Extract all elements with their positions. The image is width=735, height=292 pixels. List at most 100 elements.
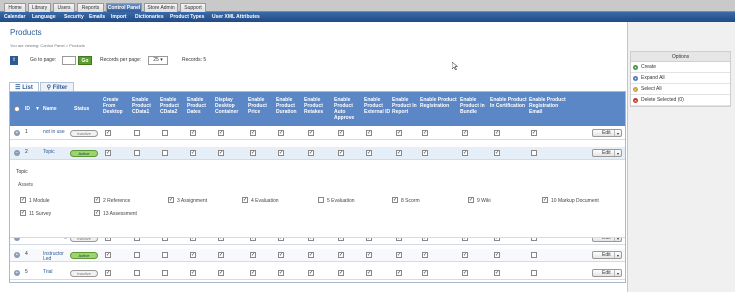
row-checkbox[interactable]: ✓ [396, 252, 402, 258]
chevron-down-icon[interactable]: ▾ [614, 130, 621, 136]
asset-item[interactable]: ✓ 11 Survey [20, 210, 90, 217]
row-checkbox[interactable]: ✓ [494, 270, 500, 276]
top-tab-users[interactable]: Users [53, 3, 75, 12]
column-header[interactable]: Enable Product External ID [364, 97, 391, 115]
row-checkbox[interactable] [162, 270, 168, 276]
asset-item[interactable]: ✓ 13 Assessment [94, 210, 164, 217]
chevron-down-icon[interactable]: ▾ [614, 150, 621, 156]
row-checkbox[interactable]: ✓ [105, 130, 111, 136]
asset-checkbox[interactable]: ✓ [168, 197, 174, 203]
row-checkbox[interactable]: ✓ [250, 252, 256, 258]
subnav-security[interactable]: Security [64, 14, 84, 20]
row-name-link[interactable]: not in use [43, 130, 69, 135]
row-checkbox[interactable]: ✓ [422, 252, 428, 258]
per-page-select[interactable]: 25 ▾ [148, 56, 168, 65]
row-checkbox[interactable] [134, 270, 140, 276]
column-header[interactable]: Enable Product Auto Approve [334, 97, 363, 121]
subnav-language[interactable]: Language [32, 14, 56, 20]
asset-checkbox[interactable]: ✓ [20, 197, 26, 203]
row-checkbox[interactable]: ✓ [190, 150, 196, 156]
top-tab-store-admin[interactable]: Store Admin [144, 3, 178, 12]
option-delete[interactable]: × Delete Selected (0) [631, 95, 730, 106]
select-all-checkbox[interactable] [14, 106, 20, 112]
row-checkbox[interactable]: ✓ [462, 270, 468, 276]
row-checkbox[interactable] [162, 150, 168, 156]
top-tab-library[interactable]: Library [28, 3, 51, 12]
asset-checkbox[interactable]: ✓ [392, 197, 398, 203]
column-header[interactable]: Enable Product in Bundle [460, 97, 489, 115]
row-checkbox[interactable]: ✓ [462, 252, 468, 258]
edit-button[interactable]: Edit ▾ [592, 149, 622, 157]
page-up-icon[interactable]: ⇧ [10, 56, 18, 65]
row-checkbox[interactable] [531, 150, 537, 156]
column-header[interactable]: Create From Desktop [103, 97, 131, 115]
chevron-down-icon[interactable]: ▾ [614, 252, 621, 258]
asset-item[interactable]: ✓ 3 Assignment [168, 197, 238, 204]
option-select[interactable]: ✓ Select All [631, 84, 730, 95]
column-header[interactable]: Name [43, 106, 73, 112]
row-name-link[interactable]: Instructor Led [43, 252, 69, 262]
asset-checkbox[interactable]: ✓ [468, 197, 474, 203]
row-checkbox[interactable] [134, 252, 140, 258]
row-checkbox[interactable]: ✓ [105, 270, 111, 276]
asset-checkbox[interactable]: ✓ [20, 210, 26, 216]
row-checkbox[interactable]: ✓ [422, 130, 428, 136]
subnav-import[interactable]: Import [111, 14, 127, 20]
row-checkbox[interactable]: ✓ [250, 130, 256, 136]
column-header[interactable]: Enable Product CData2 [160, 97, 186, 115]
expand-row-icon[interactable]: + [14, 270, 20, 276]
asset-item[interactable]: ✓ 4 Evaluation [242, 197, 312, 204]
asset-checkbox[interactable]: ✓ [94, 210, 100, 216]
row-checkbox[interactable]: ✓ [190, 252, 196, 258]
row-checkbox[interactable]: ✓ [494, 252, 500, 258]
row-checkbox[interactable]: ✓ [366, 150, 372, 156]
top-tab-support[interactable]: Support [180, 3, 206, 12]
subnav-product-types[interactable]: Product Types [170, 14, 204, 20]
row-checkbox[interactable]: ✓ [278, 270, 284, 276]
row-checkbox[interactable]: ✓ [218, 150, 224, 156]
row-checkbox[interactable] [162, 252, 168, 258]
top-tab-control-panel[interactable]: Control Panel [106, 3, 142, 12]
row-checkbox[interactable] [531, 270, 537, 276]
row-checkbox[interactable]: ✓ [308, 150, 314, 156]
subnav-user-xml-attributes[interactable]: User XML Attributes [212, 14, 260, 20]
asset-checkbox[interactable] [318, 197, 324, 203]
row-checkbox[interactable]: ✓ [396, 130, 402, 136]
row-checkbox[interactable]: ✓ [218, 252, 224, 258]
column-header[interactable]: Enable Product Registration Email [529, 97, 569, 115]
row-name-link[interactable]: Topic [43, 150, 69, 155]
row-checkbox[interactable]: ✓ [308, 252, 314, 258]
column-header[interactable]: Status [74, 106, 102, 112]
row-checkbox[interactable]: ✓ [531, 130, 537, 136]
row-checkbox[interactable]: ✓ [218, 270, 224, 276]
edit-button[interactable]: Edit ▾ [592, 251, 622, 259]
row-name-link[interactable]: Trial [43, 270, 69, 275]
expand-row-icon[interactable]: + [14, 252, 20, 258]
top-tab-reports[interactable]: Reports [77, 3, 104, 12]
option-expand[interactable]: + Expand All [631, 73, 730, 84]
row-checkbox[interactable]: ✓ [308, 270, 314, 276]
row-checkbox[interactable]: ✓ [422, 270, 428, 276]
subnav-calendar[interactable]: Calendar [4, 14, 25, 20]
row-checkbox[interactable]: ✓ [190, 270, 196, 276]
row-checkbox[interactable]: ✓ [462, 150, 468, 156]
asset-checkbox[interactable]: ✓ [94, 197, 100, 203]
column-header[interactable]: Display Desktop Container [215, 97, 247, 115]
row-checkbox[interactable] [134, 150, 140, 156]
asset-item[interactable]: ✓ 8 Scorm [392, 197, 462, 204]
column-header[interactable]: Enable Product Dates [187, 97, 214, 115]
asset-checkbox[interactable]: ✓ [242, 197, 248, 203]
row-checkbox[interactable]: ✓ [105, 252, 111, 258]
row-checkbox[interactable]: ✓ [366, 130, 372, 136]
asset-item[interactable]: ✓ 9 Wiki [468, 197, 538, 204]
expand-row-icon[interactable]: − [14, 150, 20, 156]
row-checkbox[interactable]: ✓ [278, 252, 284, 258]
edit-button[interactable]: Edit ▾ [592, 129, 622, 137]
subnav-emails[interactable]: Emails [89, 14, 105, 20]
row-checkbox[interactable] [162, 130, 168, 136]
row-checkbox[interactable] [531, 252, 537, 258]
expand-row-icon[interactable]: + [14, 130, 20, 136]
row-checkbox[interactable]: ✓ [366, 270, 372, 276]
chevron-down-icon[interactable]: ▾ [614, 270, 621, 276]
row-checkbox[interactable]: ✓ [190, 130, 196, 136]
